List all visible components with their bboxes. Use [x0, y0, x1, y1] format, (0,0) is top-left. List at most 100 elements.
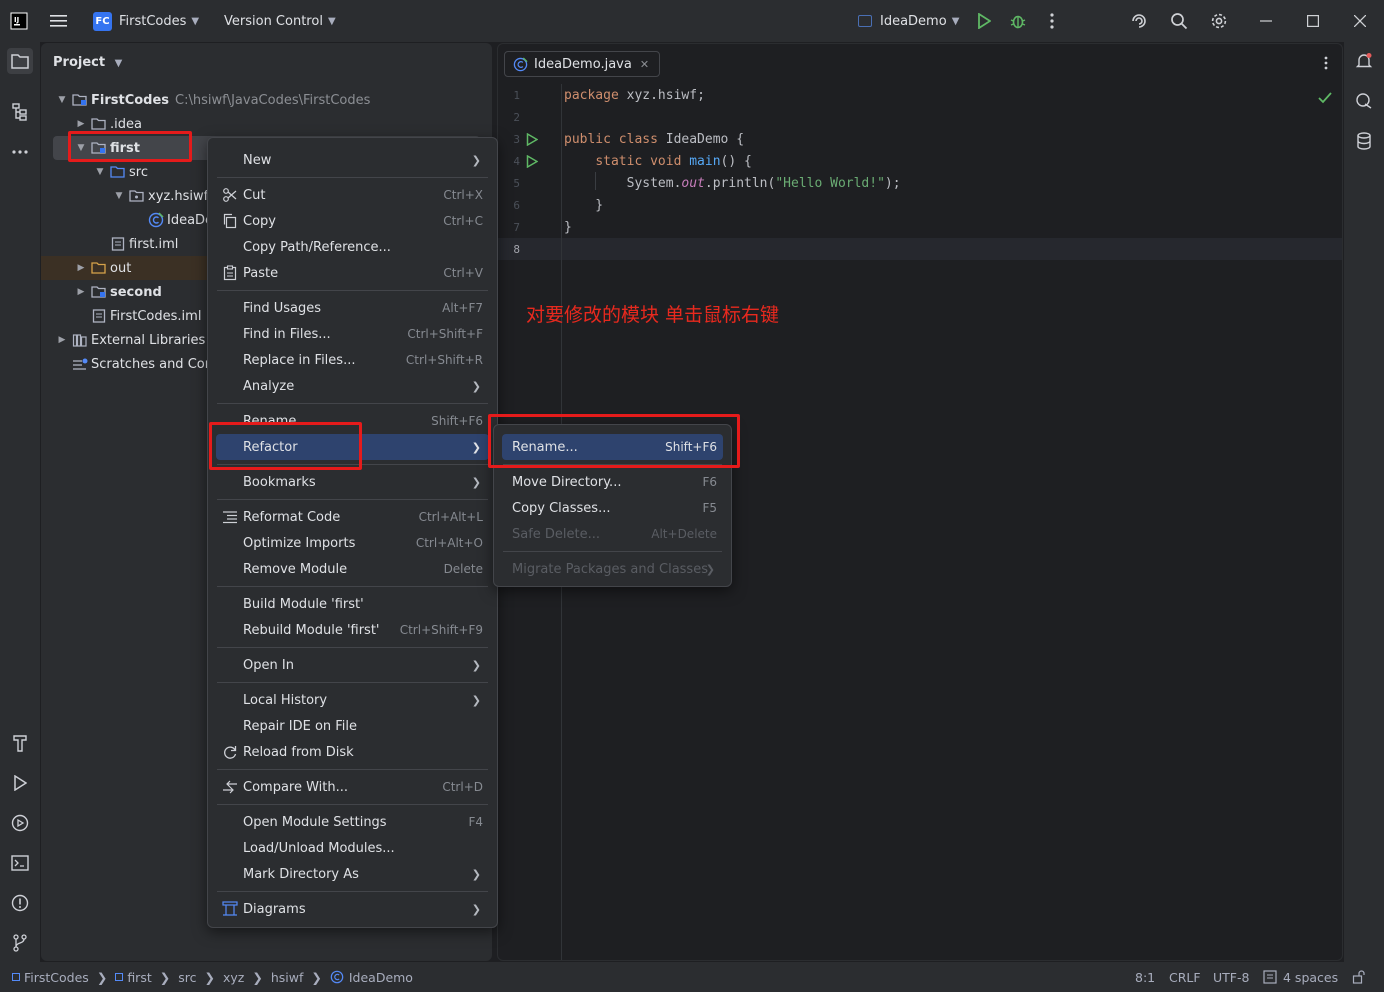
file-encoding[interactable]: UTF-8: [1213, 962, 1249, 992]
minimize-icon[interactable]: [1253, 8, 1279, 34]
terminal-icon[interactable]: [7, 850, 33, 876]
submenu-item-safe-delete: Safe Delete... Alt+Delete: [512, 526, 717, 542]
editor-tab-label: IdeaDemo.java: [534, 56, 632, 72]
menu-item-diagrams[interactable]: Diagrams ❯: [216, 896, 489, 922]
close-icon[interactable]: [1347, 8, 1373, 34]
menu-item-paste[interactable]: Paste Ctrl+V: [216, 260, 489, 286]
run-tool-icon[interactable]: [7, 770, 33, 796]
svg-text:IJ: IJ: [14, 16, 19, 24]
scratches-icon: [72, 356, 88, 372]
close-tab-icon[interactable]: ✕: [640, 58, 649, 71]
maximize-icon[interactable]: [1300, 8, 1326, 34]
tree-item-idea[interactable]: ▶ .idea: [41, 112, 492, 136]
lock-icon[interactable]: [1352, 962, 1366, 992]
submenu-item-rename[interactable]: Rename... Shift+F6: [502, 434, 723, 460]
more-actions-icon[interactable]: [1039, 8, 1065, 34]
build-hammer-icon[interactable]: [7, 730, 33, 756]
menu-item-open-module-settings[interactable]: Open Module Settings F4: [216, 809, 489, 835]
project-panel-title: Project: [53, 55, 106, 70]
module-folder-icon: [91, 140, 107, 156]
breadcrumb-item[interactable]: hsiwf: [271, 970, 304, 985]
chevron-down-icon[interactable]: ▼: [74, 143, 88, 153]
structure-icon[interactable]: [7, 99, 33, 125]
breadcrumb-item[interactable]: first: [127, 970, 151, 985]
submenu-item-copy-classes[interactable]: Copy Classes... F5: [502, 495, 723, 521]
project-panel-header[interactable]: Project ▼: [53, 55, 122, 70]
menu-item-load-unload-modules[interactable]: Load/Unload Modules...: [216, 835, 489, 861]
menu-item-copy-path[interactable]: Copy Path/Reference...: [216, 234, 489, 260]
chevron-down-icon[interactable]: ▼: [93, 167, 107, 177]
code-line-4[interactable]: static void main() {: [564, 154, 752, 169]
editor-tab-ideademo[interactable]: IdeaDemo.java ✕: [504, 51, 661, 77]
debug-icon[interactable]: [1005, 8, 1031, 34]
menu-item-repair-ide[interactable]: Repair IDE on File: [216, 713, 489, 739]
submenu-item-move-directory[interactable]: Move Directory... F6: [502, 469, 723, 495]
code-line-7[interactable]: }: [564, 220, 572, 235]
menu-item-copy[interactable]: Copy Ctrl+C: [216, 208, 489, 234]
main-menu-icon[interactable]: [50, 0, 68, 42]
project-name: FirstCodes: [119, 13, 187, 29]
project-tool-folder-icon[interactable]: [7, 48, 33, 74]
vcs-menu[interactable]: Version Control ▼: [224, 0, 336, 42]
chevron-down-icon[interactable]: ▼: [112, 191, 126, 201]
menu-item-analyze[interactable]: Analyze ❯: [216, 373, 489, 399]
menu-item-optimize-imports[interactable]: Optimize Imports Ctrl+Alt+O: [216, 530, 489, 556]
menu-item-find-usages[interactable]: Find Usages Alt+F7: [216, 295, 489, 321]
menu-item-reformat-code[interactable]: Reformat Code Ctrl+Alt+L: [216, 504, 489, 530]
code-line-5[interactable]: System.out.println("Hello World!");: [564, 176, 901, 191]
scissors-icon: [222, 187, 238, 203]
services-icon[interactable]: [7, 810, 33, 836]
tree-item-root[interactable]: ▼ FirstCodes C:\hsiwf\JavaCodes\FirstCod…: [41, 88, 492, 112]
ai-chat-icon[interactable]: [1351, 88, 1377, 114]
notifications-bell-icon[interactable]: [1351, 48, 1377, 74]
menu-item-replace-in-files[interactable]: Replace in Files... Ctrl+Shift+R: [216, 347, 489, 373]
chevron-down-icon[interactable]: ▼: [55, 95, 69, 105]
java-class-icon: [513, 56, 528, 72]
editor-more-icon[interactable]: [1324, 56, 1328, 70]
settings-gear-icon[interactable]: [1206, 8, 1232, 34]
menu-item-open-in[interactable]: Open In ❯: [216, 652, 489, 678]
database-icon[interactable]: [1351, 128, 1377, 154]
chevron-right-icon[interactable]: ▶: [55, 335, 69, 345]
line-number: 2: [513, 111, 520, 124]
menu-item-new[interactable]: New ❯: [216, 147, 489, 173]
breadcrumb-item[interactable]: FirstCodes: [24, 970, 89, 985]
indent-setting[interactable]: 4 spaces: [1263, 962, 1338, 992]
menu-item-refactor[interactable]: Refactor ❯: [216, 434, 489, 460]
menu-item-reload-from-disk[interactable]: Reload from Disk: [216, 739, 489, 765]
menu-item-cut[interactable]: Cut Ctrl+X: [216, 182, 489, 208]
submenu-arrow-icon: ❯: [471, 658, 481, 672]
menu-item-rebuild-module[interactable]: Rebuild Module 'first' Ctrl+Shift+F9: [216, 617, 489, 643]
chevron-right-icon[interactable]: ▶: [74, 119, 88, 129]
run-class-gutter-icon[interactable]: [526, 133, 538, 146]
app-logo-icon[interactable]: IJ: [10, 0, 28, 42]
menu-item-build-module[interactable]: Build Module 'first': [216, 591, 489, 617]
run-icon[interactable]: [971, 8, 997, 34]
menu-item-bookmarks[interactable]: Bookmarks ❯: [216, 469, 489, 495]
code-line-1[interactable]: package xyz.hsiwf;: [564, 88, 705, 103]
breadcrumb-item[interactable]: src: [178, 970, 196, 985]
search-icon[interactable]: [1166, 8, 1192, 34]
menu-item-find-in-files[interactable]: Find in Files... Ctrl+Shift+F: [216, 321, 489, 347]
project-switcher[interactable]: FC FirstCodes ▼: [93, 0, 199, 42]
git-branch-icon[interactable]: [7, 930, 33, 956]
menu-item-local-history[interactable]: Local History ❯: [216, 687, 489, 713]
breadcrumb-item[interactable]: IdeaDemo: [349, 970, 413, 985]
problems-icon[interactable]: [7, 890, 33, 916]
line-separator[interactable]: CRLF: [1169, 962, 1201, 992]
breadcrumb-item[interactable]: xyz: [223, 970, 244, 985]
run-config-selector[interactable]: IdeaDemo ▼: [858, 0, 959, 42]
code-line-3[interactable]: public class IdeaDemo {: [564, 132, 744, 147]
menu-item-rename[interactable]: Rename... Shift+F6: [216, 408, 489, 434]
chevron-right-icon[interactable]: ▶: [74, 287, 88, 297]
run-main-gutter-icon[interactable]: [526, 155, 538, 168]
no-problems-check-icon[interactable]: [1318, 92, 1332, 104]
more-tools-icon[interactable]: [7, 139, 33, 165]
menu-item-compare-with[interactable]: Compare With... Ctrl+D: [216, 774, 489, 800]
code-line-6[interactable]: }: [564, 198, 603, 213]
ai-assistant-icon[interactable]: [1126, 8, 1152, 34]
caret-position[interactable]: 8:1: [1135, 962, 1155, 992]
menu-item-remove-module[interactable]: Remove Module Delete: [216, 556, 489, 582]
menu-item-mark-directory-as[interactable]: Mark Directory As ❯: [216, 861, 489, 887]
chevron-right-icon[interactable]: ▶: [74, 263, 88, 273]
